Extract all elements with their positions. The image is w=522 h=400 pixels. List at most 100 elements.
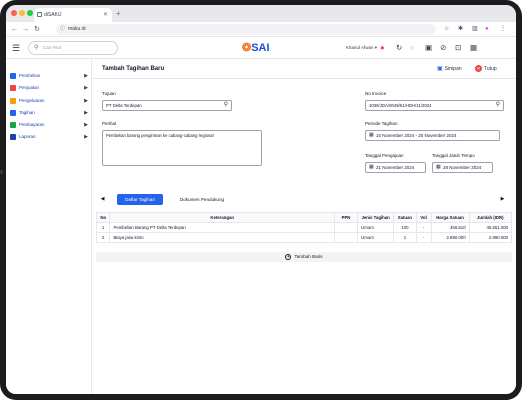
reload-icon[interactable]: ↻ — [34, 24, 40, 35]
calendar-icon: ▦ — [436, 164, 441, 170]
payment-icon — [10, 122, 16, 128]
save-button[interactable]: ▣ Simpan — [437, 64, 462, 74]
tujuan-field[interactable]: PT Delta Terdepan ⚲ — [102, 100, 232, 111]
table-row[interactable]: 2 Biaya jasa kirim Umum 1 - 2.890.000 2.… — [95, 232, 513, 243]
sidebar-item-label: Pembelian — [19, 73, 41, 78]
expense-icon — [10, 98, 16, 104]
tab-daftar-tagihan[interactable]: Daftar Tagihan — [117, 194, 163, 205]
new-tab-button[interactable]: + — [116, 8, 121, 20]
chevron-right-icon: ▶ — [84, 134, 88, 140]
table-cell[interactable]: Umum — [357, 232, 395, 243]
tgl-jatuh-tempo-value: 28 November 2024 — [443, 165, 482, 170]
url-text: maku.id — [68, 26, 86, 32]
forward-icon[interactable]: → — [22, 24, 29, 35]
perihal-textarea[interactable]: Pembelian barang pengiriman ke cabang-ca… — [102, 130, 262, 166]
sidebar-item-label: Laporan — [19, 134, 36, 139]
calendar-icon: ▦ — [369, 164, 374, 170]
table-cell[interactable]: - — [415, 222, 432, 233]
tgl-jatuh-tempo-date[interactable]: ▦ 28 November 2024 — [432, 162, 493, 173]
star-icon[interactable]: ☆ — [444, 24, 449, 35]
table-cell[interactable]: 456.510 — [430, 222, 470, 233]
sidebar-item-pembelian[interactable]: Pembelian ▶ — [10, 71, 90, 81]
extensions-icon[interactable]: ✱ — [458, 24, 463, 35]
browser-address-bar: ← → ↻ ⓘ maku.id ☆ ✱ ▥ ● ⋮ — [6, 22, 516, 37]
inbox-icon[interactable]: ▣ — [425, 42, 432, 53]
tgl-pengajuan-label: Tanggal Pengajuan — [365, 153, 404, 158]
close-button[interactable]: ✕ Tutup — [475, 64, 497, 74]
url-field[interactable]: ⓘ maku.id — [56, 24, 436, 35]
screen: diSAKU ✕ + ← → ↻ ⓘ maku.id ☆ ✱ ▥ ● ⋮ ☰ ⚲ — [6, 5, 516, 394]
tab-row: ◀ Daftar Tagihan Dokumen Pendukung ▶ — [92, 191, 516, 207]
table-cell[interactable] — [333, 232, 359, 243]
app-logo: ❂SAI — [242, 41, 270, 55]
table-cell[interactable]: - — [415, 232, 432, 243]
user-menu[interactable]: Khairul Afwan ▾ — [346, 43, 377, 53]
sidebar-item-pembayaran[interactable]: Pembayaran ▶ — [10, 120, 90, 130]
sidebar-item-laporan[interactable]: Laporan ▶ — [10, 132, 90, 142]
invoice-label: No Invoice — [365, 91, 387, 96]
perihal-label: Perihal — [102, 121, 117, 126]
sidebar-item-pengeluaran[interactable]: Pengeluaran ▶ — [10, 96, 90, 106]
save-icon: ▣ — [437, 66, 443, 72]
add-row-button[interactable]: + Tambah Baris — [96, 252, 512, 262]
tgl-pengajuan-value: 21 November 2024 — [376, 165, 415, 170]
search-icon: ⚲ — [34, 45, 39, 51]
close-window-icon[interactable] — [11, 10, 17, 16]
apps-icon[interactable]: ▦ — [470, 42, 477, 53]
invoice-field[interactable]: 1039/JDA/0049/61/HDH/11/2024 ⚲ — [365, 100, 504, 111]
table-cell[interactable] — [333, 222, 359, 233]
invoice-icon — [10, 110, 16, 116]
tab-dokumen-pendukung[interactable]: Dokumen Pendukung — [170, 194, 234, 205]
sidebar-item-label: Pembayaran — [19, 122, 45, 127]
user-name: Khairul Afwan — [346, 45, 374, 50]
close-tab-icon[interactable]: ✕ — [103, 8, 108, 22]
column-header: Jenis Tagihan — [357, 212, 395, 223]
periode-label: Periode Tagihan — [365, 121, 398, 126]
table-cell[interactable]: Umum — [357, 222, 395, 233]
menu-icon[interactable]: ⋮ — [500, 24, 506, 35]
search-input[interactable]: ⚲ Cari Fitur — [28, 41, 118, 55]
sidebar-item-tagihan[interactable]: Tagihan ▶ — [10, 108, 90, 118]
chat-icon[interactable]: ◌ — [410, 42, 414, 53]
table-cell[interactable]: 2.890.000 — [430, 232, 470, 243]
table-cell: 2.890.000 — [468, 232, 513, 243]
browser-tab[interactable]: diSAKU ✕ — [34, 8, 112, 22]
sales-icon — [10, 85, 16, 91]
column-header: Satuan — [393, 212, 417, 223]
link-icon[interactable]: ⊘ — [440, 42, 446, 53]
refresh-icon[interactable]: ↻ — [396, 42, 402, 53]
tab-next-icon[interactable]: ▶ — [498, 194, 507, 204]
hamburger-menu-icon[interactable]: ☰ — [12, 43, 20, 53]
site-info-icon[interactable]: ⓘ — [60, 24, 65, 35]
tgl-pengajuan-date[interactable]: ▦ 21 November 2024 — [365, 162, 426, 173]
chevron-right-icon: ▶ — [84, 85, 88, 91]
logo-text: SAI — [251, 42, 270, 54]
close-icon: ✕ — [475, 65, 482, 73]
periode-date-range[interactable]: ▦ 10 November 2024 - 20 November 2024 — [365, 130, 500, 141]
search-icon[interactable]: ⚲ — [496, 101, 500, 110]
back-icon[interactable]: ← — [11, 24, 18, 35]
browser-tab-title: diSAKU — [44, 12, 62, 18]
tujuan-label: Tujuan — [102, 91, 116, 96]
notification-icon[interactable]: ● — [380, 42, 385, 53]
table-cell[interactable]: 100 — [393, 222, 417, 233]
sidebar-item-penjualan[interactable]: Penjualan ▶ — [10, 83, 90, 93]
save-label: Simpan — [444, 66, 462, 72]
table-cell: 1 — [95, 222, 111, 233]
qr-icon[interactable]: ⊡ — [455, 42, 461, 53]
table-cell[interactable]: Pembelian Barang PT Delta Terdepan — [109, 222, 335, 233]
calendar-icon: ▦ — [369, 132, 374, 138]
app-header: ☰ ⚲ Cari Fitur ❂SAI Khairul Afwan ▾ ● ↻ … — [6, 37, 516, 59]
sidepanel-icon[interactable]: ▥ — [472, 24, 478, 35]
minimize-window-icon[interactable] — [19, 10, 25, 16]
table-cell[interactable]: 1 — [393, 232, 417, 243]
table-row[interactable]: 1 Pembelian Barang PT Delta Terdepan Umu… — [95, 222, 513, 233]
plus-circle-icon: + — [285, 253, 292, 260]
browser-tab-bar: diSAKU ✕ + — [6, 5, 516, 22]
tab-prev-icon[interactable]: ◀ — [98, 194, 107, 204]
search-icon[interactable]: ⚲ — [224, 101, 228, 110]
sidebar: Pembelian ▶ Penjualan ▶ Pengeluaran ▶ Ta… — [6, 59, 92, 394]
table-cell[interactable]: Biaya jasa kirim — [109, 232, 335, 243]
maximize-window-icon[interactable] — [27, 10, 33, 16]
profile-icon[interactable]: ● — [485, 24, 489, 35]
